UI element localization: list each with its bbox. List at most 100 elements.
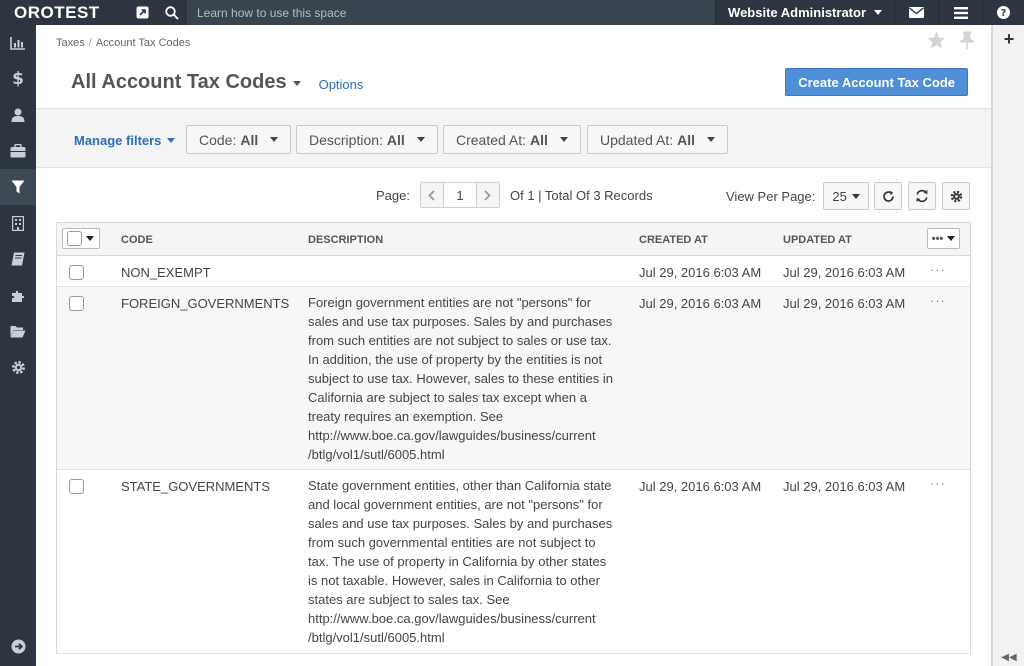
svg-text:?: ? bbox=[1001, 8, 1007, 19]
settings-gear-icon[interactable] bbox=[0, 349, 36, 385]
create-account-tax-code-button[interactable]: Create Account Tax Code bbox=[785, 68, 968, 96]
mail-icon[interactable] bbox=[894, 0, 938, 25]
page-header: All Account Tax Codes Options bbox=[71, 71, 363, 94]
per-page-control: View Per Page: 25 bbox=[726, 182, 869, 210]
filter-created-at[interactable]: Created At: All bbox=[443, 125, 581, 154]
cell-code: STATE_GOVERNMENTS bbox=[121, 479, 271, 494]
filter-updated-at-value: All bbox=[677, 131, 696, 148]
total-records-text: Of 1 | Total Of 3 Records bbox=[509, 187, 653, 203]
pin-icon[interactable] bbox=[960, 31, 974, 53]
page-label: Page: bbox=[376, 187, 410, 203]
filter-code[interactable]: Code: All bbox=[186, 125, 292, 154]
options-link[interactable]: Options bbox=[319, 77, 364, 92]
filter-icon[interactable] bbox=[0, 169, 36, 205]
cell-created-at: Jul 29, 2016 6:03 AM bbox=[639, 296, 762, 311]
help-search-bar[interactable]: Learn how to use this space bbox=[187, 0, 716, 25]
filter-description-value: All bbox=[386, 131, 405, 148]
description-line: treaty requires an exemption. See bbox=[308, 409, 504, 424]
chevron-down-icon[interactable] bbox=[86, 236, 94, 241]
row-checkbox[interactable] bbox=[69, 296, 84, 311]
table-row[interactable]: STATE_GOVERNMENTS State government entit… bbox=[57, 470, 970, 654]
column-header-description[interactable]: DESCRIPTION bbox=[308, 234, 383, 246]
breadcrumb-item-current: Account Tax Codes bbox=[95, 37, 191, 49]
filter-updated-at[interactable]: Updated At: All bbox=[587, 125, 729, 154]
dashboard-icon[interactable] bbox=[0, 25, 36, 61]
reports-building-icon[interactable] bbox=[0, 205, 36, 241]
select-all-checkbox[interactable] bbox=[62, 228, 100, 249]
chevron-down-icon bbox=[707, 137, 716, 142]
page-title[interactable]: All Account Tax Codes bbox=[71, 71, 287, 94]
description-line: sales and use tax purposes. Sales by and… bbox=[308, 314, 613, 329]
column-header-code[interactable]: CODE bbox=[121, 234, 153, 246]
row-actions-icon[interactable]: ··· bbox=[930, 293, 946, 308]
row-actions-icon[interactable]: ··· bbox=[930, 262, 946, 277]
chevron-down-icon[interactable] bbox=[292, 81, 301, 86]
table-row[interactable]: FOREIGN_GOVERNMENTS Foreign government e… bbox=[57, 287, 970, 470]
filter-updated-at-label: Updated At: bbox=[600, 131, 674, 148]
filter-code-label: Code: bbox=[199, 131, 237, 148]
chevron-down-icon bbox=[270, 137, 279, 142]
favorite-star-icon[interactable] bbox=[927, 31, 946, 53]
app-logo[interactable]: OROTEST bbox=[0, 0, 122, 25]
previous-page-icon[interactable] bbox=[420, 183, 443, 207]
row-checkbox[interactable] bbox=[69, 265, 84, 280]
column-header-updated-at[interactable]: UPDATED AT bbox=[783, 234, 852, 246]
filter-code-value: All bbox=[240, 131, 259, 148]
next-page-icon[interactable] bbox=[476, 183, 499, 207]
filter-description[interactable]: Description: All bbox=[296, 125, 438, 154]
reset-button[interactable] bbox=[908, 182, 936, 210]
per-page-select[interactable]: 25 bbox=[823, 182, 869, 210]
main-sidebar: $ bbox=[0, 25, 36, 666]
breadcrumb-separator: / bbox=[88, 37, 92, 49]
help-search-text[interactable]: Learn how to use this space bbox=[187, 6, 346, 20]
description-line: is not taxable. However, sales in Califo… bbox=[308, 573, 600, 588]
row-checkbox[interactable] bbox=[69, 479, 84, 494]
reset-icon bbox=[916, 189, 928, 203]
hamburger-menu-icon[interactable] bbox=[938, 0, 982, 25]
description-line: /btlg/vol1/sutl/6005.html bbox=[308, 630, 445, 645]
catalog-book-icon[interactable] bbox=[0, 241, 36, 277]
customers-user-icon[interactable] bbox=[0, 97, 36, 133]
cell-code: FOREIGN_GOVERNMENTS bbox=[121, 296, 290, 311]
filter-description-label: Description: bbox=[309, 131, 383, 148]
add-widget-plus-icon[interactable]: + bbox=[993, 25, 1024, 53]
cell-updated-at: Jul 29, 2016 6:03 AM bbox=[783, 479, 906, 494]
integrations-puzzle-icon[interactable] bbox=[0, 277, 36, 313]
grid-actions-menu[interactable]: ••• bbox=[927, 228, 960, 249]
search-icon[interactable] bbox=[157, 0, 187, 25]
shortcuts-icon[interactable] bbox=[127, 0, 157, 25]
table-row[interactable]: NON_EXEMPT Jul 29, 2016 6:03 AM Jul 29, … bbox=[57, 256, 970, 287]
marketing-briefcase-icon[interactable] bbox=[0, 133, 36, 169]
cell-description: Foreign government entities are not "per… bbox=[308, 293, 628, 464]
row-actions-icon[interactable]: ··· bbox=[930, 476, 946, 491]
expand-panel-icon[interactable]: ◀◀ bbox=[993, 652, 1024, 663]
column-header-created-at[interactable]: CREATED AT bbox=[639, 234, 708, 246]
checkbox[interactable] bbox=[67, 231, 82, 246]
description-line: tax. The use of property in California b… bbox=[308, 554, 607, 569]
folder-open-icon[interactable] bbox=[0, 313, 36, 349]
pagination: Page: 1 Of 1 | Total Of 3 Records bbox=[376, 182, 653, 208]
description-line: and local government entities, are not "… bbox=[308, 497, 603, 512]
main-content: Taxes / Account Tax Codes All Account Tax … bbox=[36, 25, 992, 666]
user-menu[interactable]: Website Administrator bbox=[715, 0, 894, 25]
refresh-icon bbox=[882, 190, 894, 202]
more-actions-icon: ••• bbox=[931, 232, 944, 245]
help-icon[interactable]: ? bbox=[982, 0, 1024, 25]
refresh-button[interactable] bbox=[874, 182, 902, 210]
chevron-down-icon bbox=[851, 193, 860, 199]
cell-description: State government entities, other than Ca… bbox=[308, 476, 628, 647]
breadcrumb-item-taxes[interactable]: Taxes bbox=[56, 37, 85, 49]
description-line: State government entities, other than Ca… bbox=[308, 478, 612, 493]
filter-bar: Manage filters Code: All Description: All … bbox=[36, 108, 992, 168]
grid-settings-button[interactable] bbox=[942, 182, 970, 210]
sales-dollar-icon[interactable]: $ bbox=[0, 61, 36, 97]
breadcrumb: Taxes / Account Tax Codes bbox=[56, 37, 190, 49]
per-page-label: View Per Page: bbox=[726, 188, 816, 204]
page-number-input[interactable]: 1 bbox=[442, 183, 477, 207]
chevron-down-icon bbox=[947, 236, 956, 241]
manage-filters-button[interactable]: Manage filters bbox=[74, 133, 176, 148]
expand-sidebar-icon[interactable] bbox=[0, 632, 36, 660]
tax-codes-grid: CODE DESCRIPTION CREATED AT UPDATED AT •… bbox=[56, 222, 971, 654]
gear-icon bbox=[950, 190, 962, 202]
cell-updated-at: Jul 29, 2016 6:03 AM bbox=[783, 296, 906, 311]
